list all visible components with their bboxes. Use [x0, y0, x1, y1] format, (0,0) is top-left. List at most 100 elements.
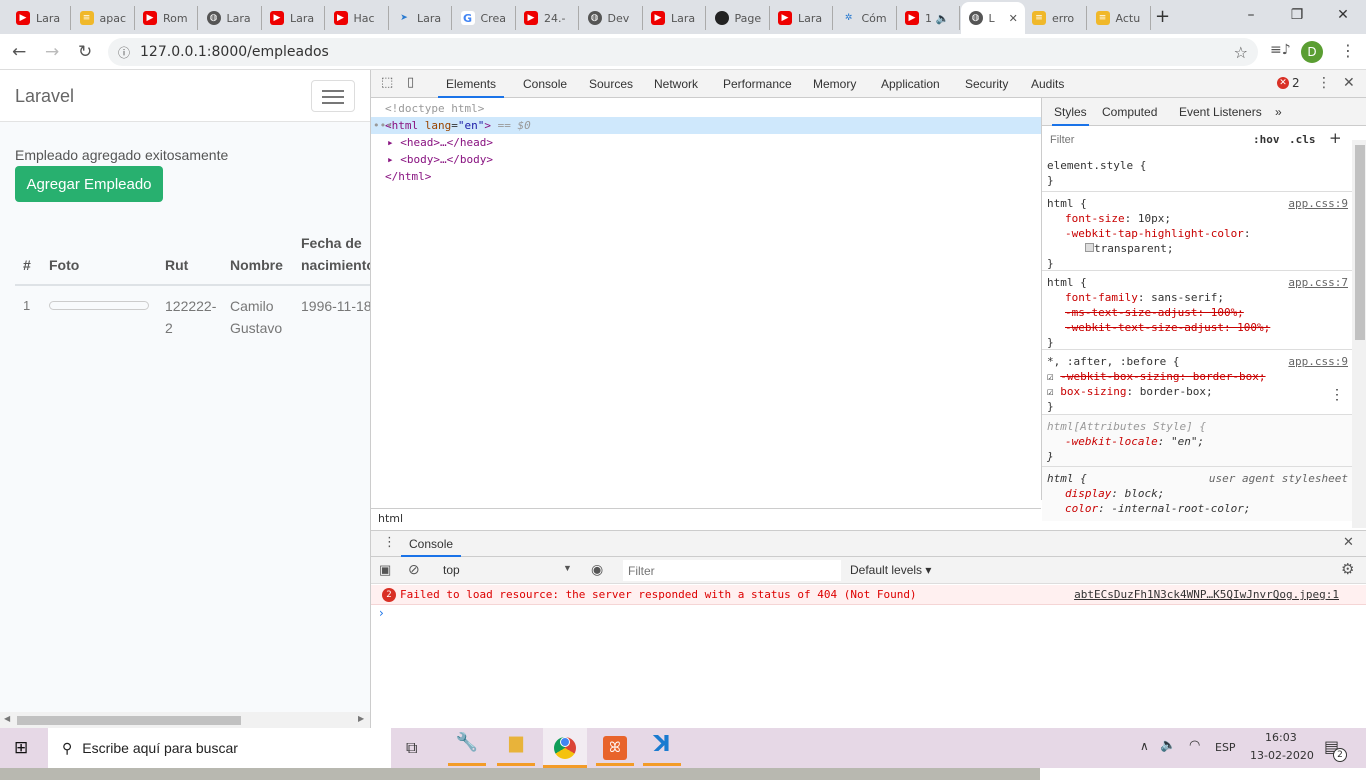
devtools-tab-security[interactable]: Security	[965, 70, 1008, 98]
devtools-tab-sources[interactable]: Sources	[589, 70, 633, 98]
browser-tab[interactable]: ▶ 1 🔈	[897, 6, 960, 30]
browser-tab[interactable]: ▶ Rom	[135, 6, 198, 30]
browser-tab[interactable]: ▶ Lara	[770, 6, 833, 30]
browser-tab[interactable]: ▶ Lara	[262, 6, 325, 30]
error-source-link[interactable]: abtECsDuzFh1N3ck4WNP…K5QIwJnvrQog.jpeg:1	[1074, 588, 1339, 601]
rule-user-agent[interactable]: user agent stylesheet html {display: bloc…	[1042, 467, 1352, 521]
styles-filter-input[interactable]	[1046, 129, 1242, 151]
browser-tab[interactable]: Page	[707, 6, 770, 30]
styles-scrollbar[interactable]	[1352, 140, 1366, 528]
clear-console-icon[interactable]: ⊘	[408, 561, 420, 578]
tab-event-listeners[interactable]: Event Listeners	[1179, 98, 1262, 126]
close-drawer-icon[interactable]: ✕	[1343, 535, 1354, 550]
brand-link[interactable]: Laravel	[15, 86, 74, 107]
devtools-tab-memory[interactable]: Memory	[813, 70, 856, 98]
task-view-icon[interactable]: ⧉	[406, 738, 417, 758]
browser-tab[interactable]: ◍ L ✕	[960, 2, 1025, 34]
windows-start-icon[interactable]: ⊞	[14, 738, 28, 758]
hov-toggle[interactable]: :hov	[1253, 133, 1280, 146]
bookmark-star-icon[interactable]: ☆	[1234, 43, 1248, 62]
menu-kebab-icon[interactable]: ⋮	[1340, 41, 1356, 60]
language-indicator[interactable]: ESP	[1215, 741, 1236, 754]
html-close-node[interactable]: </html>	[385, 168, 431, 185]
devtools-tab-network[interactable]: Network	[654, 70, 698, 98]
file-explorer-icon[interactable]: ▆	[497, 732, 535, 766]
browser-tab[interactable]: ≡ Actu	[1088, 6, 1151, 30]
devtools-tab-console[interactable]: Console	[523, 70, 567, 98]
new-tab-button[interactable]: +	[1155, 6, 1170, 27]
browser-tab[interactable]: ▶ 24.-	[516, 6, 579, 30]
devtools-menu-icon[interactable]: ⋮	[1317, 75, 1331, 91]
console-prompt[interactable]: ›	[379, 606, 384, 620]
vscode-icon[interactable]: ꓘ	[643, 732, 681, 766]
browser-tab[interactable]: ≡ apac	[72, 6, 135, 30]
close-devtools-icon[interactable]: ✕	[1343, 75, 1355, 91]
taskbar-search[interactable]: ⚲ Escribe aquí para buscar	[48, 728, 391, 768]
clock-time[interactable]: 16:03	[1265, 731, 1297, 744]
context-dropdown-icon[interactable]: ▼	[563, 563, 572, 573]
forward-icon[interactable]: →	[45, 42, 59, 62]
browser-tab[interactable]: G Crea	[453, 6, 516, 30]
devtools-tab-application[interactable]: Application	[881, 70, 940, 98]
console-filter-input[interactable]	[623, 560, 841, 581]
error-icon[interactable]: ✕	[1277, 77, 1289, 89]
tab-computed[interactable]: Computed	[1102, 98, 1157, 126]
horizontal-scrollbar[interactable]: ◀ ▶	[0, 712, 370, 728]
back-icon[interactable]: ←	[12, 42, 26, 62]
inspect-element-icon[interactable]: ⬚	[381, 75, 393, 90]
browser-tab[interactable]: ✲ Cóm	[834, 6, 897, 30]
devtools-tab-audits[interactable]: Audits	[1031, 70, 1064, 98]
browser-tab[interactable]: ▶ Lara	[643, 6, 706, 30]
sidebar-toggle-icon[interactable]: ▣	[379, 562, 391, 578]
context-select[interactable]: top	[443, 563, 460, 577]
restore-button[interactable]: ❐	[1274, 0, 1320, 30]
rule-html-1[interactable]: app.css:9 html {font-size: 10px; -webkit-t…	[1042, 192, 1352, 271]
clock-date[interactable]: 13-02-2020	[1250, 749, 1314, 762]
devtools-tab-elements[interactable]: Elements	[438, 70, 505, 98]
device-toolbar-icon[interactable]: ▯	[407, 75, 414, 90]
close-window-button[interactable]: ✕	[1320, 0, 1366, 30]
log-levels-dropdown[interactable]: Default levels ▾	[850, 563, 931, 577]
browser-tab[interactable]: ◍ Lara	[199, 6, 262, 30]
url-bar[interactable]: ⓘ 127.0.0.1:8000/empleados ☆	[108, 38, 1258, 66]
browser-tab[interactable]: ◍ Dev	[580, 6, 643, 30]
tab-console-drawer[interactable]: Console	[401, 531, 462, 557]
taskbar-app-tools-icon[interactable]: 🔧	[448, 732, 486, 766]
xampp-icon[interactable]: ꕤ	[596, 732, 634, 766]
html-node-selected[interactable]: ••• <html lang="en"> == $0	[371, 117, 1041, 134]
rule-element-style[interactable]: element.style {}	[1042, 154, 1352, 192]
browser-tab[interactable]: ➤ Lara	[389, 6, 452, 30]
browser-tab[interactable]: ≡ erro	[1024, 6, 1087, 30]
navbar-toggler-button[interactable]	[311, 80, 355, 112]
console-settings-gear-icon[interactable]: ⚙	[1341, 560, 1354, 578]
rule-attributes-style[interactable]: html[Attributes Style] {-webkit-locale: …	[1042, 415, 1352, 467]
new-rule-icon[interactable]: +	[1329, 129, 1342, 147]
profile-avatar[interactable]: D	[1301, 41, 1323, 63]
rule-universal[interactable]: app.css:9 *, :after, :before {☑ -webkit-b…	[1042, 350, 1352, 415]
minimize-button[interactable]: –	[1228, 0, 1274, 30]
browser-tab[interactable]: ▶ Hac	[326, 6, 389, 30]
chrome-taskbar-icon[interactable]	[543, 728, 587, 768]
browser-tab[interactable]: ▶ Lara	[8, 6, 71, 30]
reload-icon[interactable]: ↻	[78, 42, 92, 62]
rule-html-2[interactable]: app.css:7 html {font-family: sans-serif; -…	[1042, 271, 1352, 350]
body-node[interactable]: ▸ <body>…</body>	[387, 151, 493, 168]
add-employee-button[interactable]: Agregar Empleado	[15, 166, 163, 202]
info-icon[interactable]: ⓘ	[118, 44, 130, 61]
tab-styles[interactable]: Styles	[1052, 98, 1089, 126]
volume-icon[interactable]: 🔈	[1160, 738, 1176, 753]
live-expression-eye-icon[interactable]: ◉	[591, 561, 603, 578]
drawer-menu-icon[interactable]: ⋮	[383, 535, 396, 550]
wifi-icon[interactable]: ◠	[1189, 738, 1200, 753]
devtools-tab-performance[interactable]: Performance	[723, 70, 792, 98]
doctype-node[interactable]: <!doctype html>	[385, 100, 484, 117]
cls-toggle[interactable]: .cls	[1289, 133, 1316, 146]
tab-title: Rom	[163, 11, 188, 25]
close-tab-icon[interactable]: ✕	[1009, 12, 1018, 25]
head-node[interactable]: ▸ <head>…</head>	[387, 134, 493, 151]
more-tabs-icon[interactable]: »	[1275, 98, 1282, 126]
tray-expand-icon[interactable]: ∧	[1140, 739, 1149, 753]
breadcrumb[interactable]: html	[371, 508, 1041, 530]
error-count[interactable]: 2	[1292, 76, 1300, 90]
media-control-icon[interactable]: ≡♪	[1270, 42, 1291, 58]
